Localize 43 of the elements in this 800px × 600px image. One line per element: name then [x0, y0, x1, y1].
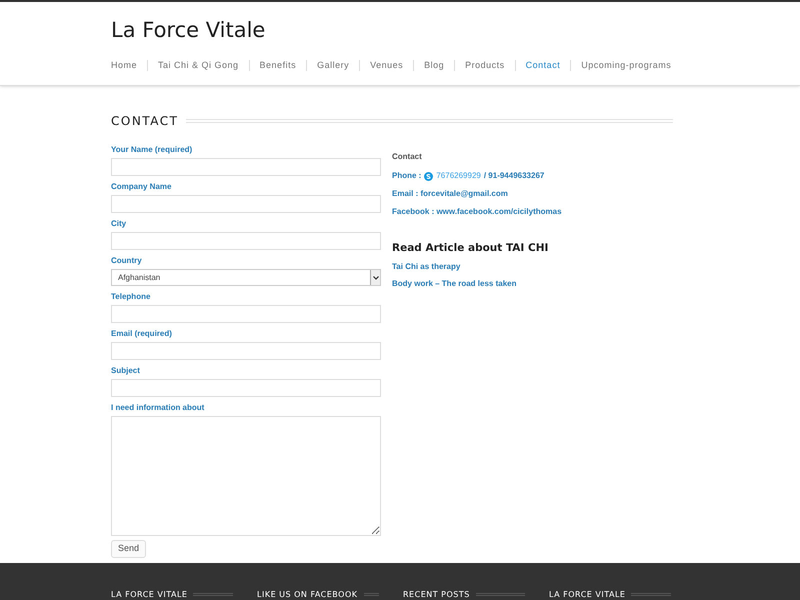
- phone-number: / 91-9449633267: [484, 170, 544, 182]
- field-label: I need information about: [111, 402, 206, 414]
- text-field[interactable]: [111, 195, 381, 213]
- nav-link[interactable]: Tai Chi & Qi Gong: [158, 59, 239, 72]
- chevron-down-icon: [372, 276, 378, 280]
- text-field[interactable]: [111, 305, 381, 323]
- footer-heading: LA FORCE VITALE: [111, 588, 188, 600]
- footer-heading: LIKE US ON FACEBOOK: [257, 588, 358, 600]
- text-field[interactable]: [111, 379, 381, 397]
- send-button[interactable]: Send: [111, 540, 146, 558]
- footer-heading: LA FORCE VITALE: [549, 588, 626, 600]
- facebook-text: Facebook : www.facebook.com/cicilythomas: [392, 206, 562, 218]
- text-field[interactable]: [111, 158, 381, 176]
- country-dropdown[interactable]: Afghanistan: [111, 269, 381, 286]
- contact-heading: Contact: [392, 151, 423, 163]
- article-link[interactable]: Tai Chi as therapy: [392, 260, 562, 273]
- text-field[interactable]: [111, 342, 381, 360]
- field-label: Subject: [111, 365, 141, 377]
- nav-link[interactable]: Venues: [370, 59, 404, 72]
- skype-icon: [424, 172, 434, 180]
- site-title[interactable]: La Force Vitale: [111, 17, 800, 43]
- nav-link[interactable]: Gallery: [317, 59, 350, 72]
- page-title: CONTACT: [111, 113, 178, 130]
- nav-link[interactable]: Home: [111, 59, 138, 72]
- field-label: Telephone: [111, 291, 152, 303]
- text-field[interactable]: [111, 232, 381, 250]
- nav-link[interactable]: Products: [465, 59, 505, 72]
- articles-heading: Read Article about TAI CHI: [392, 241, 550, 256]
- field-label: City: [111, 218, 128, 230]
- nav-link[interactable]: Contact: [526, 59, 560, 72]
- field-label: Country: [111, 255, 143, 267]
- message-field[interactable]: [111, 416, 381, 536]
- nav-link[interactable]: Benefits: [260, 59, 296, 72]
- nav-link[interactable]: Upcoming-programs: [581, 59, 672, 72]
- phone-link[interactable]: 7676269929: [436, 170, 481, 182]
- nav-link[interactable]: Blog: [424, 59, 444, 72]
- email-text: Email : forcevitale@gmail.com: [392, 188, 509, 200]
- field-label: Company Name: [111, 181, 172, 193]
- article-link[interactable]: Body work – The road less taken: [392, 278, 562, 290]
- field-label: Email (required): [111, 328, 173, 340]
- field-label: Your Name (required): [111, 144, 194, 156]
- footer-heading: RECENT POSTS: [403, 588, 470, 600]
- phone-label: Phone :: [392, 170, 422, 182]
